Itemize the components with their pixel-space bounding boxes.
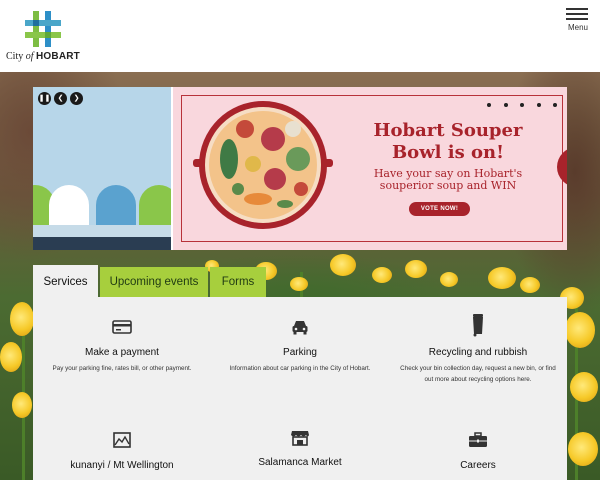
soup-bowl-illustration: [193, 101, 333, 229]
wheelie-bin-icon: [473, 314, 483, 337]
hamburger-icon: [566, 8, 590, 20]
credit-card-icon: [112, 320, 132, 334]
carousel-pagination: [479, 94, 557, 112]
hero-carousel: Hobart Souper Bowl is on! Have your say …: [33, 87, 567, 250]
promo-subtitle: Have your say on Hobart's souperior soup…: [373, 167, 523, 192]
service-card-make-a-payment[interactable]: Make a payment Pay your parking fine, ra…: [33, 317, 211, 374]
carousel-dot[interactable]: [536, 103, 541, 107]
service-card-careers[interactable]: Careers: [389, 430, 567, 471]
service-card-parking[interactable]: Parking Information about car parking in…: [211, 317, 389, 374]
logo-text-city: City: [6, 51, 24, 62]
tab-forms[interactable]: Forms: [210, 267, 266, 297]
service-title: Careers: [460, 460, 496, 471]
tab-upcoming-events[interactable]: Upcoming events: [100, 267, 208, 297]
arch-shape: [96, 185, 136, 225]
service-card-kunanyi-mt-wellington[interactable]: kunanyi / Mt Wellington: [33, 430, 211, 471]
service-description: Pay your parking fine, rates bill, or ot…: [52, 365, 192, 372]
car-icon: [292, 321, 308, 335]
site-header: City of HOBART Menu: [0, 0, 600, 72]
tab-services[interactable]: Services: [33, 265, 98, 297]
service-title: Parking: [283, 347, 317, 358]
previous-slide-preview[interactable]: [33, 87, 179, 250]
carousel-dot[interactable]: [503, 103, 508, 107]
service-title: kunanyi / Mt Wellington: [70, 460, 174, 471]
arch-shape: [49, 185, 89, 225]
carousel-prev-button[interactable]: ❮: [54, 92, 67, 105]
mountain-map-icon: [113, 432, 131, 448]
pause-icon: ❚❚: [38, 95, 51, 102]
chevron-left-icon: ❮: [57, 95, 64, 102]
service-description: Information about car parking in the Cit…: [229, 365, 371, 372]
carousel-dot[interactable]: [487, 103, 492, 107]
chevron-right-icon: ❯: [73, 95, 80, 102]
service-title: Make a payment: [85, 347, 159, 358]
vote-now-button[interactable]: VOTE NOW!: [409, 202, 470, 216]
carousel-dot[interactable]: [520, 103, 525, 107]
carousel-dot[interactable]: [553, 103, 557, 107]
service-title: Salamanca Market: [258, 457, 342, 468]
logo-text: City of HOBART: [6, 51, 80, 62]
service-card-salamanca-market[interactable]: Salamanca Market: [211, 427, 389, 468]
carousel-next-button[interactable]: ❯: [70, 92, 83, 105]
carousel-pause-button[interactable]: ❚❚: [38, 92, 51, 105]
market-stall-icon: [291, 431, 309, 446]
city-of-hobart-logo[interactable]: City of HOBART: [6, 8, 86, 64]
logo-text-hobart: HOBART: [36, 51, 80, 62]
briefcase-icon: [469, 432, 487, 447]
menu-label: Menu: [567, 23, 588, 32]
logo-text-of: of: [25, 51, 34, 62]
logo-mark-icon: [25, 11, 61, 47]
menu-button[interactable]: Menu: [566, 8, 590, 36]
services-panel: Make a payment Pay your parking fine, ra…: [33, 297, 567, 480]
service-card-recycling-and-rubbish[interactable]: Recycling and rubbish Check your bin col…: [389, 313, 567, 385]
service-title: Recycling and rubbish: [428, 347, 528, 358]
promo-title: Hobart Souper Bowl is on!: [373, 120, 523, 163]
service-description: Check your bin collection day, request a…: [400, 365, 556, 383]
